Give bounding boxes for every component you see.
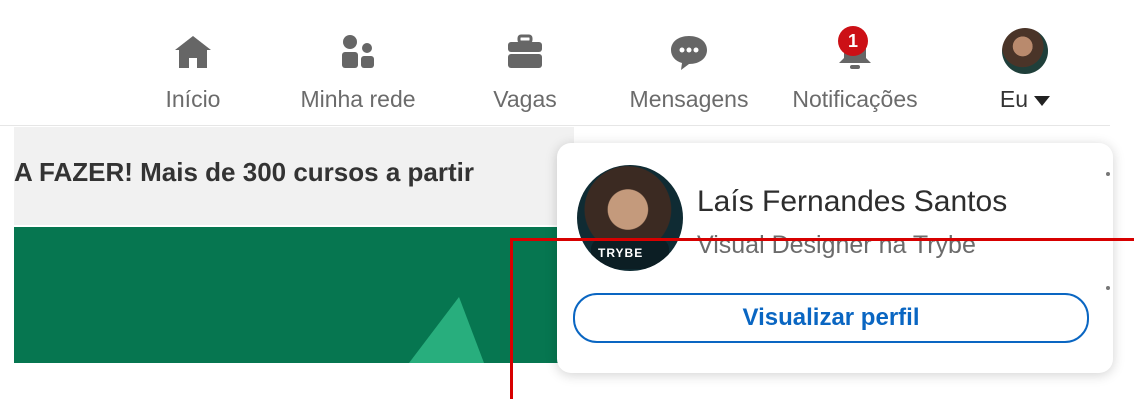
profile-headline: Visual Designer na Trybe xyxy=(697,231,976,259)
notification-badge: 1 xyxy=(838,26,868,56)
profile-name: Laís Fernandes Santos xyxy=(697,185,1008,218)
promo-banner[interactable]: A FAZER! Mais de 300 cursos a partir xyxy=(14,127,574,225)
profile-dropdown: TRYBE Laís Fernandes Santos Visual Desig… xyxy=(557,143,1113,373)
promo-image xyxy=(14,227,574,363)
me-label-text: Eu xyxy=(999,86,1029,112)
nav-item-notifications[interactable]: 1 Notificações xyxy=(780,20,930,120)
message-icon xyxy=(671,36,707,70)
profile-photo: TRYBE xyxy=(577,165,683,271)
nav-item-home[interactable]: Início xyxy=(150,20,236,120)
promo-banner-text: A FAZER! Mais de 300 cursos a partir xyxy=(14,157,474,187)
annotation-line-horizontal xyxy=(510,238,1134,241)
nav-item-network[interactable]: Minha rede xyxy=(288,20,428,120)
network-icon xyxy=(342,35,374,68)
view-profile-button[interactable]: Visualizar perfil xyxy=(573,293,1089,343)
caret-down-icon xyxy=(1034,95,1051,106)
briefcase-icon xyxy=(508,34,542,68)
nav-item-jobs[interactable]: Vagas xyxy=(484,20,566,120)
top-navigation: Início Minha rede Vagas Mensagens 1 Noti… xyxy=(0,0,1110,126)
shirt-text: TRYBE xyxy=(598,246,644,260)
nav-label-jobs: Vagas xyxy=(493,86,557,112)
nav-label-messages: Mensagens xyxy=(629,86,749,112)
promo-graphic xyxy=(409,297,484,363)
annotation-line-vertical xyxy=(510,238,513,399)
nav-label-home: Início xyxy=(165,86,221,112)
nav-item-me[interactable]: Eu xyxy=(980,20,1070,120)
edge-dot xyxy=(1106,286,1110,290)
nav-item-messages[interactable]: Mensagens xyxy=(618,20,760,120)
nav-label-network: Minha rede xyxy=(300,86,416,112)
edge-dot xyxy=(1106,172,1110,176)
home-icon xyxy=(175,36,211,68)
avatar xyxy=(1002,28,1048,74)
nav-label-me: Eu xyxy=(980,86,1070,113)
nav-label-notifications: Notificações xyxy=(792,86,918,112)
